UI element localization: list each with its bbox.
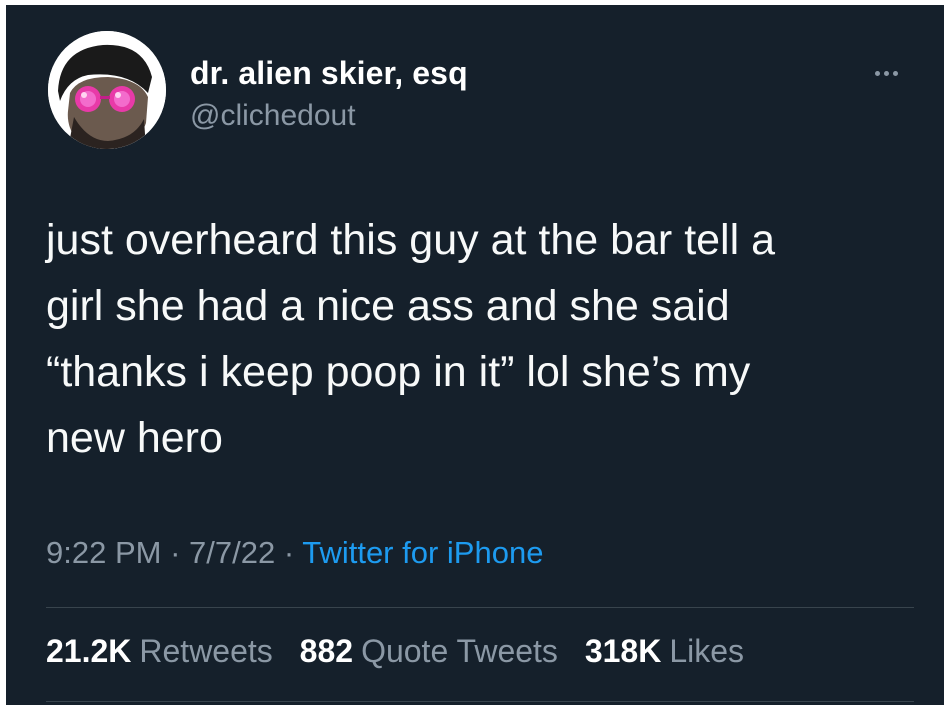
likes-stat[interactable]: 318K Likes (585, 633, 744, 670)
divider (46, 701, 914, 702)
tweet-text-line: girl she had a nice ass and she said (46, 282, 730, 330)
tweet-text: just overheard this guy at the bar tell … (46, 207, 926, 471)
tweet-meta: 9:22 PM · 7/7/22 · Twitter for iPhone (46, 535, 543, 571)
meta-separator: · (161, 535, 190, 570)
retweets-stat[interactable]: 21.2K Retweets (46, 633, 273, 670)
tweet-date[interactable]: 7/7/22 (189, 535, 275, 570)
author-avatar[interactable] (48, 31, 166, 149)
more-dot (874, 70, 880, 76)
quote-tweets-stat[interactable]: 882 Quote Tweets (300, 633, 558, 670)
quote-tweets-label: Quote Tweets (361, 633, 558, 669)
more-dot (883, 70, 889, 76)
tweet-card: dr. alien skier, esq @clichedout just ov… (0, 0, 950, 710)
tweet-source-link[interactable]: Twitter for iPhone (302, 535, 543, 570)
likes-count: 318K (584, 633, 662, 669)
more-dot (892, 70, 898, 76)
more-horizontal-icon[interactable] (864, 61, 908, 85)
likes-label: Likes (669, 633, 745, 669)
tweet-text-line: “thanks i keep poop in it” lol she’s my (46, 348, 751, 396)
tweet-text-line: new hero (46, 414, 223, 462)
tweet-time[interactable]: 9:22 PM (46, 535, 161, 570)
avatar-image (48, 31, 166, 149)
tweet-text-line: just overheard this guy at the bar tell … (46, 216, 776, 264)
quote-tweets-count: 882 (299, 633, 354, 669)
divider (46, 607, 914, 608)
engagement-stats: 21.2K Retweets 882 Quote Tweets 318K Likes (46, 633, 762, 670)
retweets-count: 21.2K (46, 633, 132, 669)
meta-separator: · (275, 535, 303, 570)
author-display-name[interactable]: dr. alien skier, esq (190, 55, 468, 92)
author-handle[interactable]: @clichedout (190, 99, 356, 133)
retweets-label: Retweets (139, 633, 273, 669)
